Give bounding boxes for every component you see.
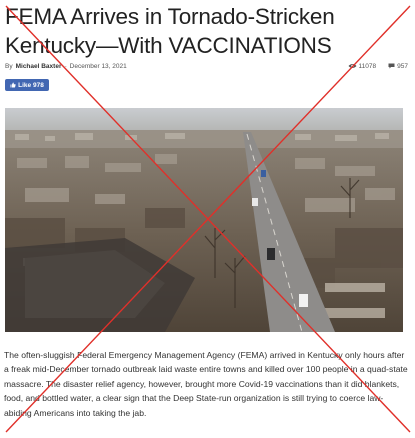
like-label: Like 978 xyxy=(18,81,44,89)
comment-icon xyxy=(388,63,395,69)
publish-date: December 13, 2021 xyxy=(69,62,127,70)
article-stats: 11078 957 xyxy=(348,63,408,70)
views-count: 11078 xyxy=(358,62,377,70)
article-title: FEMA Arrives in Tornado-Stricken Kentuck… xyxy=(5,4,335,58)
comments-count: 957 xyxy=(397,62,408,70)
tornado-damage-photo xyxy=(5,108,403,332)
facebook-like-button[interactable]: Like 978 xyxy=(5,79,49,91)
author-link[interactable]: Michael Baxter xyxy=(16,63,62,70)
views-stat: 11078 xyxy=(348,62,377,70)
meta-separator: - xyxy=(64,62,67,70)
article-body: The often-sluggish Federal Emergency Man… xyxy=(4,350,408,418)
eye-icon xyxy=(348,64,357,68)
comments-stat[interactable]: 957 xyxy=(388,63,408,70)
thumbs-up-icon xyxy=(10,82,16,88)
aerial-photo-illustration xyxy=(5,108,403,332)
by-prefix: By xyxy=(5,62,13,70)
article-meta: By Michael Baxter - December 13, 2021 11… xyxy=(5,60,408,72)
